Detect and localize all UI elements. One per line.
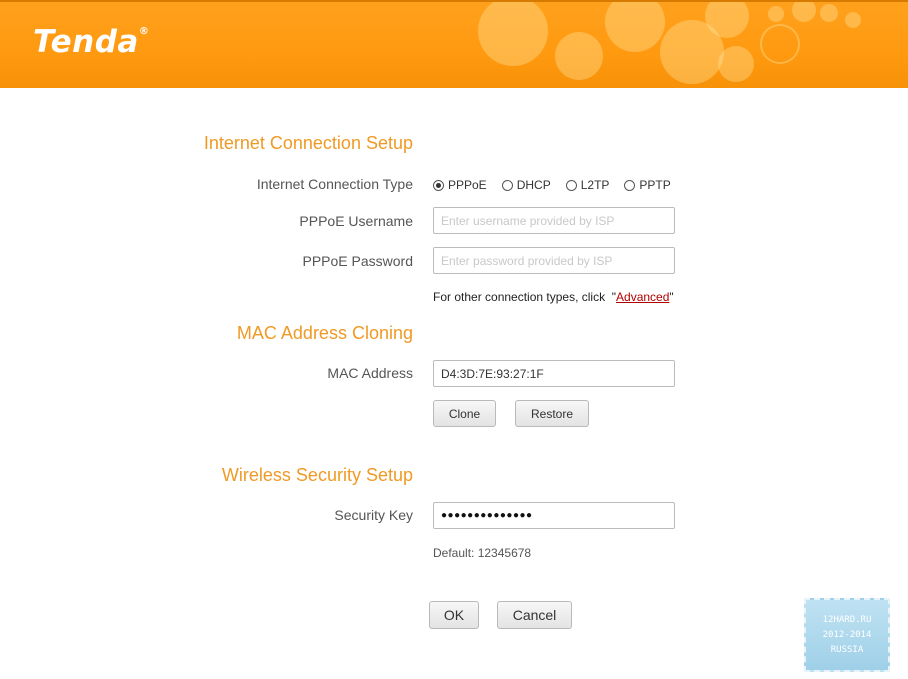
other-connection-note-text: For other connection types, click "	[433, 290, 617, 304]
default-key-note: Default: 12345678	[433, 546, 531, 560]
radio-dhcp[interactable]: DHCP	[501, 178, 551, 192]
decor-bubble	[605, 2, 665, 52]
watermark-stamp: 12HARD.RU 2012-2014 RUSSIA	[804, 598, 890, 672]
restore-button[interactable]: Restore	[515, 400, 589, 427]
radio-pppoe-circle[interactable]	[433, 179, 444, 191]
decor-bubble	[705, 2, 749, 38]
pppoe-username-input[interactable]	[433, 207, 675, 234]
pppoe-username-label: PPPoE Username	[299, 213, 413, 229]
radio-l2tp-label: L2TP	[580, 178, 610, 192]
connection-type-label: Internet Connection Type	[256, 176, 413, 192]
decor-bubble	[845, 12, 861, 28]
pppoe-password-label: PPPoE Password	[302, 253, 414, 269]
default-key-label: Default:	[433, 546, 478, 560]
ok-button[interactable]: OK	[429, 601, 479, 629]
clone-button[interactable]: Clone	[433, 400, 496, 427]
other-connection-note-quote: "	[669, 290, 674, 304]
advanced-link[interactable]: Advanced	[616, 290, 669, 304]
default-key-value: 12345678	[477, 546, 532, 560]
watermark-line-2: 2012-2014	[822, 629, 872, 640]
watermark-line-3: RUSSIA	[830, 644, 864, 655]
decor-bubble	[718, 46, 754, 82]
radio-pptp[interactable]: PPTP	[624, 178, 671, 192]
radio-l2tp[interactable]: L2TP	[565, 178, 610, 192]
mac-section-title: MAC Address Cloning	[236, 323, 413, 343]
decor-bubble	[820, 4, 838, 22]
security-key-input[interactable]: ●●●●●●●●●●●●●●	[433, 502, 675, 529]
internet-section-title: Internet Connection Setup	[203, 133, 413, 153]
radio-pptp-label: PPTP	[639, 178, 671, 192]
watermark-line-1: 12HARD.RU	[822, 614, 872, 625]
decor-bubble	[555, 32, 603, 80]
wireless-section-title: Wireless Security Setup	[221, 465, 413, 485]
header-banner: Tenda®	[0, 0, 908, 88]
radio-dhcp-circle[interactable]	[501, 179, 513, 191]
radio-pptp-circle[interactable]	[624, 179, 636, 191]
decor-bubble	[478, 2, 548, 66]
connection-type-radio-group: PPPoE DHCP L2TP PPTP	[433, 177, 686, 193]
other-connection-note: For other connection types, click "Advan…	[433, 290, 674, 304]
radio-pppoe[interactable]: PPPoE	[433, 178, 487, 192]
decor-bubble	[768, 6, 784, 22]
pppoe-password-input[interactable]	[433, 247, 675, 274]
radio-pppoe-label: PPPoE	[448, 178, 487, 192]
radio-dhcp-label: DHCP	[516, 178, 551, 192]
mac-address-label: MAC Address	[327, 365, 413, 381]
cancel-button[interactable]: Cancel	[497, 601, 572, 629]
radio-l2tp-circle[interactable]	[565, 179, 577, 191]
decor-bubble	[760, 24, 800, 64]
tenda-logo: Tenda®	[33, 24, 150, 60]
mac-address-input[interactable]	[433, 360, 675, 387]
decor-bubble	[792, 2, 816, 22]
security-key-label: Security Key	[334, 507, 413, 523]
